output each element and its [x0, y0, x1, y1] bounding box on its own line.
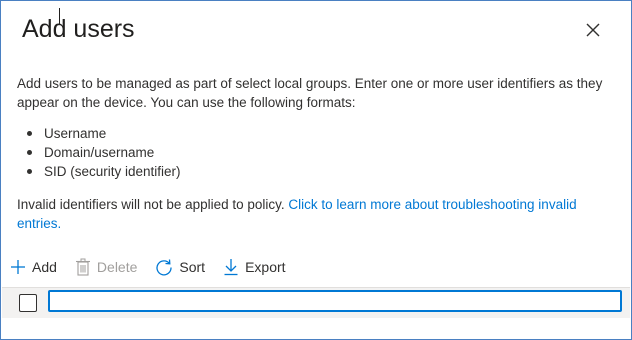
bullet-icon — [27, 131, 32, 136]
add-button-label: Add — [32, 259, 57, 275]
plus-icon — [11, 260, 25, 274]
row-checkbox[interactable] — [19, 294, 37, 312]
close-icon — [586, 23, 600, 37]
trash-icon — [75, 258, 90, 276]
format-label: Username — [44, 126, 107, 141]
add-users-dialog: Add users Add users to be managed as par… — [0, 0, 632, 340]
bullet-icon — [27, 150, 32, 155]
invalid-note-text: Invalid identifiers will not be applied … — [17, 197, 285, 212]
intro-text: Add users to be managed as part of selec… — [17, 76, 603, 110]
refresh-icon — [156, 259, 173, 276]
delete-button-label: Delete — [96, 259, 138, 275]
text-caret — [59, 8, 60, 24]
dialog-title: Add users — [22, 15, 135, 43]
export-button-label: Export — [245, 259, 286, 275]
formats-list: Username Domain/username SID (security i… — [17, 124, 181, 181]
export-button[interactable]: Export — [223, 258, 286, 276]
bullet-icon — [27, 169, 32, 174]
table-row — [2, 287, 630, 318]
format-label: SID (security identifier) — [44, 164, 181, 179]
sort-button-label: Sort — [179, 259, 206, 275]
sort-button[interactable]: Sort — [155, 258, 205, 276]
toolbar: Add Delete Sort Export — [10, 256, 304, 278]
close-button[interactable] — [581, 18, 605, 42]
invalid-identifiers-note: Invalid identifiers will not be applied … — [17, 195, 622, 233]
format-item-sid: SID (security identifier) — [17, 162, 181, 181]
add-button[interactable]: Add — [10, 259, 57, 275]
format-item-username: Username — [17, 124, 181, 143]
format-label: Domain/username — [44, 145, 155, 160]
user-identifier-input[interactable] — [48, 290, 622, 312]
download-icon — [224, 259, 238, 276]
delete-button[interactable]: Delete — [75, 258, 137, 276]
format-item-domain-username: Domain/username — [17, 143, 181, 162]
